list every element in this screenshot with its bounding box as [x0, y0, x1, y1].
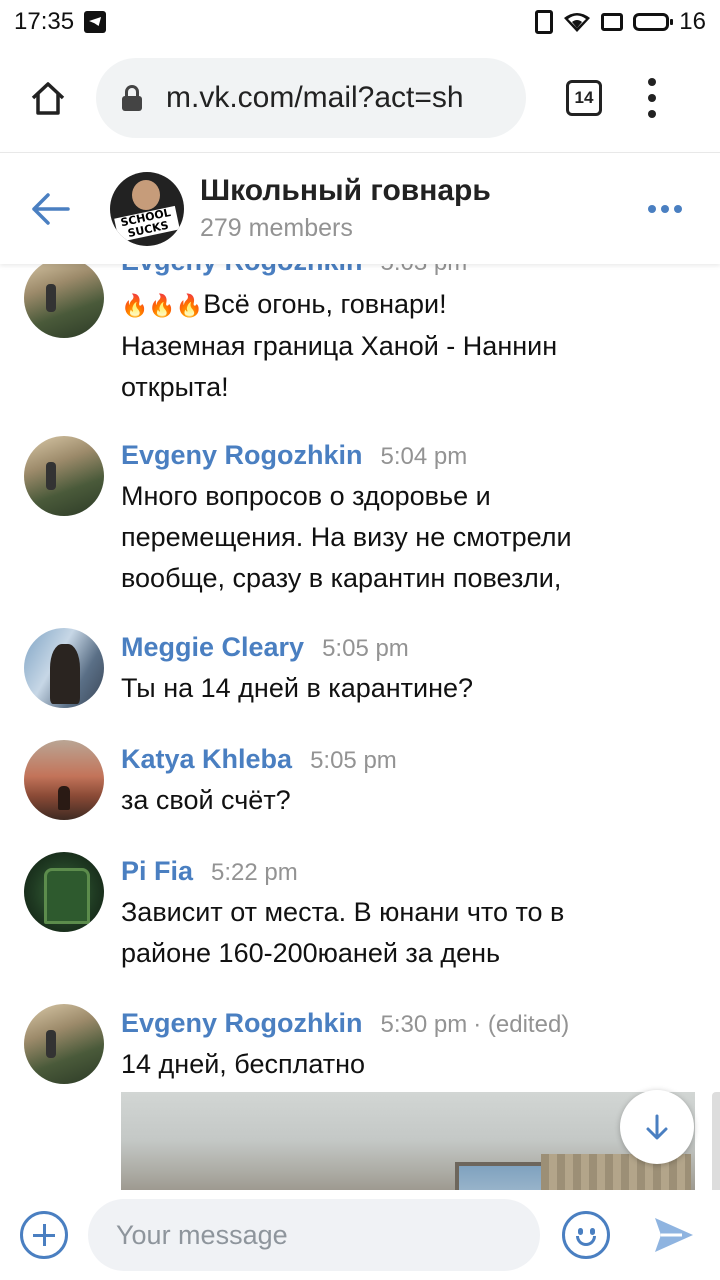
message-author[interactable]: Evgeny Rogozhkin: [121, 440, 363, 471]
tabs-button[interactable]: 14: [566, 80, 602, 116]
group-info[interactable]: Школьный говнарь 279 members: [200, 174, 491, 243]
avatar[interactable]: [24, 436, 104, 516]
address-bar[interactable]: m.vk.com/mail?act=sh: [96, 58, 526, 138]
scroll-to-bottom-button[interactable]: [620, 1090, 694, 1164]
avatar[interactable]: [24, 628, 104, 708]
message-text: Много вопросов о здоровье и перемещения.…: [121, 481, 572, 593]
members-count: 279 members: [200, 214, 353, 242]
battery-level: 16: [679, 8, 706, 35]
message-time: 5:03 pm: [381, 264, 468, 277]
message-text: 🔥🔥🔥Всё огонь, говнари! Наземная граница …: [121, 289, 558, 402]
edited-label: · (edited): [473, 1011, 570, 1038]
message-time: 5:04 pm: [380, 443, 468, 470]
lock-icon: [122, 85, 142, 111]
url-text: m.vk.com/mail?act=sh: [166, 81, 464, 114]
chat-title: Школьный говнарь: [200, 174, 491, 207]
chat-header: SCHOOL SUCKS Школьный говнарь 279 members: [0, 152, 720, 264]
arrow-down-icon: [646, 1114, 668, 1140]
message-time: 5:05 pm: [310, 747, 397, 774]
message-text: 14 дней, бесплатно: [121, 1049, 366, 1079]
avatar[interactable]: [24, 264, 104, 338]
send-button[interactable]: [652, 1213, 696, 1257]
avatar[interactable]: [24, 740, 104, 820]
message-author[interactable]: Katya Khleba: [121, 744, 292, 775]
scrollbar[interactable]: [712, 1092, 720, 1190]
message-author[interactable]: Pi Fia: [121, 856, 193, 887]
message-text: за свой счёт?: [121, 785, 291, 815]
avatar[interactable]: [24, 1004, 104, 1084]
attach-button[interactable]: [20, 1211, 68, 1259]
message-text: Зависит от места. В юнани что то в район…: [121, 897, 565, 968]
back-arrow-icon: [32, 192, 70, 225]
photo-attachment[interactable]: [121, 1092, 695, 1190]
message-author[interactable]: Evgeny Rogozhkin: [121, 264, 363, 277]
screen-icon: [601, 13, 624, 31]
send-icon: [655, 1218, 693, 1252]
wifi-icon: [563, 11, 591, 33]
message-time: 5:05 pm: [322, 635, 409, 662]
message-input-wrapper[interactable]: [88, 1199, 540, 1271]
home-button[interactable]: [20, 70, 76, 126]
fire-emoji-icons: 🔥🔥🔥: [121, 293, 204, 318]
back-button[interactable]: [0, 153, 100, 264]
status-bar: 17:35 16: [0, 0, 720, 44]
group-avatar[interactable]: SCHOOL SUCKS: [110, 171, 184, 246]
vibrate-icon: [535, 10, 554, 34]
more-options-button[interactable]: [648, 204, 682, 213]
emoji-button[interactable]: [562, 1211, 610, 1259]
message-input[interactable]: [116, 1219, 512, 1251]
message-author[interactable]: Meggie Cleary: [121, 632, 304, 663]
status-time: 17:35: [14, 8, 75, 35]
message-time: 5:30 pm: [380, 1011, 468, 1038]
message-time: 5:22 pm: [211, 859, 298, 886]
message-text: Ты на 14 дней в карантине?: [121, 673, 474, 703]
telegram-notification-icon: [84, 11, 107, 33]
message-list[interactable]: Evgeny Rogozhkin 5:03 pm 🔥🔥🔥Всё огонь, г…: [0, 264, 720, 1190]
avatar[interactable]: [24, 852, 104, 932]
browser-menu-button[interactable]: [646, 78, 658, 118]
home-icon: [31, 82, 65, 115]
browser-toolbar: m.vk.com/mail?act=sh 14: [0, 44, 720, 152]
message-composer: [0, 1190, 720, 1280]
message-author[interactable]: Evgeny Rogozhkin: [121, 1008, 363, 1039]
battery-icon: [633, 13, 674, 31]
